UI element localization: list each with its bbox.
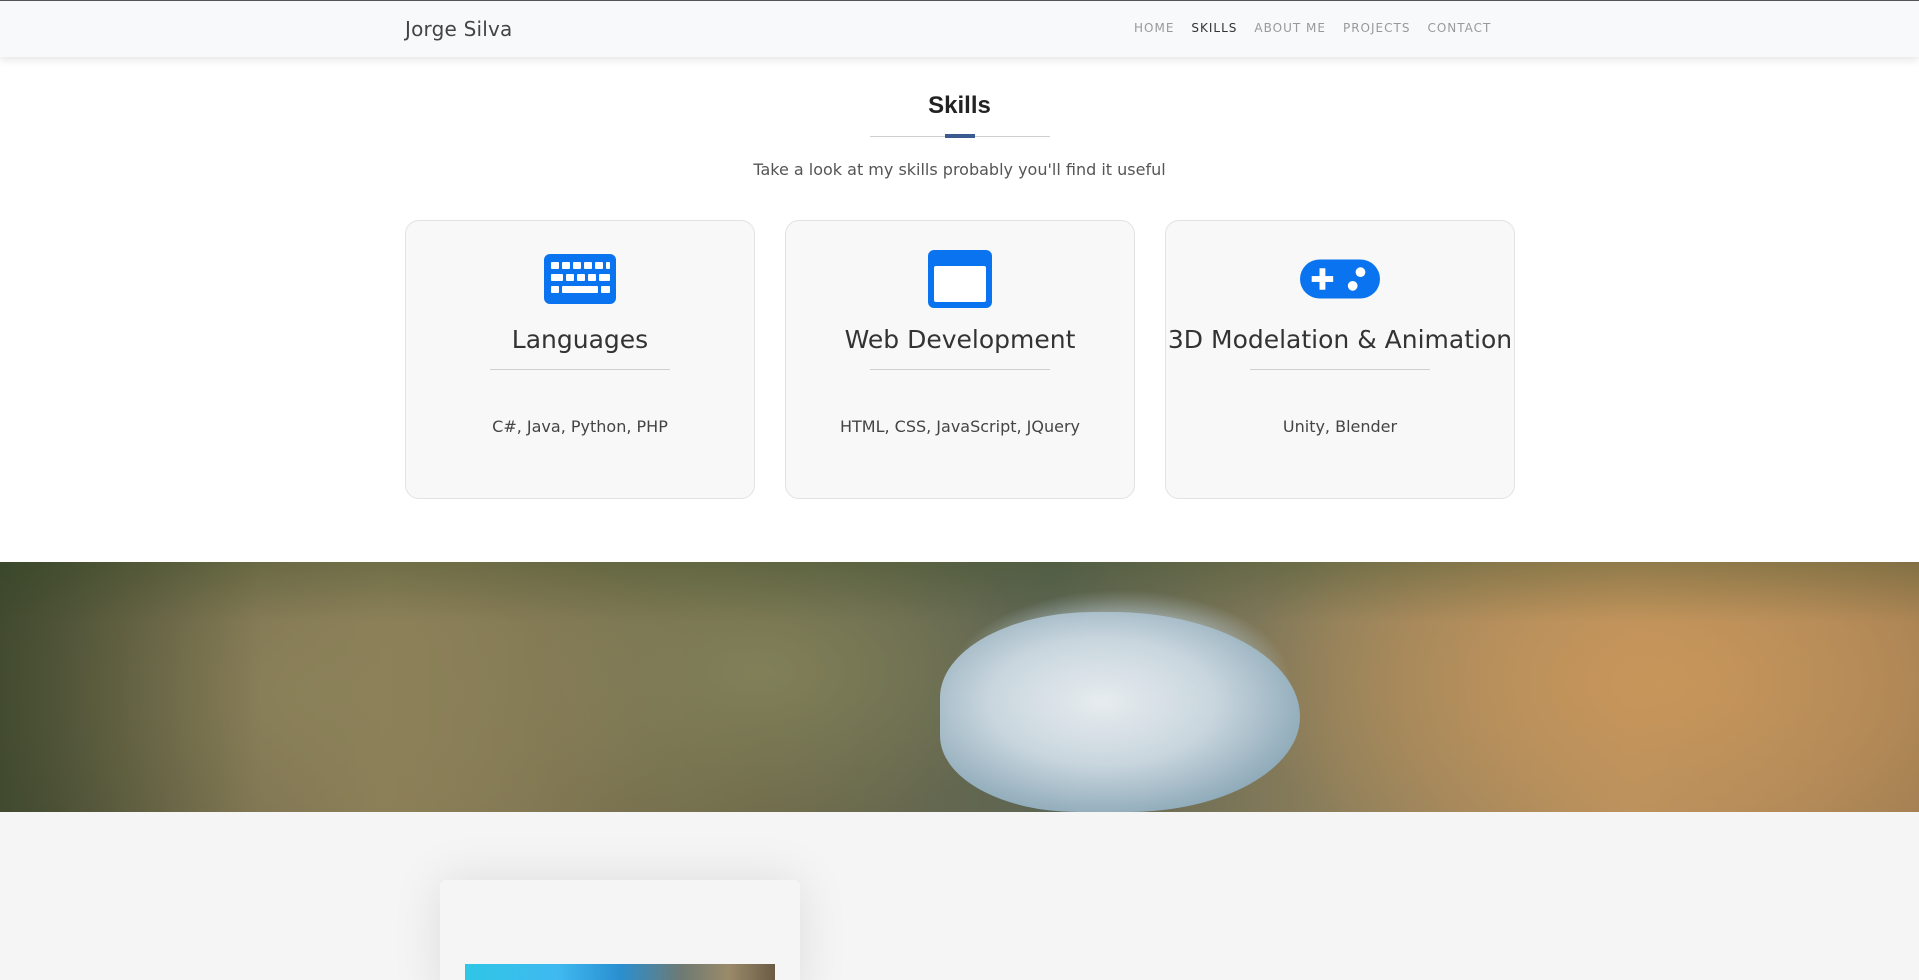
card-title: 3D Modelation & Animation: [1167, 325, 1513, 354]
banner-shade: [0, 562, 1919, 622]
banner-shade: [0, 562, 260, 812]
landscape-banner-image: [0, 562, 1919, 812]
brand-link[interactable]: Jorge Silva: [405, 17, 512, 41]
skill-card-3d-modelation: 3D Modelation & Animation Unity, Blender: [1165, 220, 1515, 499]
browser-window-icon: [920, 250, 1000, 308]
section-title: Skills: [928, 92, 991, 119]
card-text: Unity, Blender: [1282, 417, 1398, 436]
about-section: [0, 812, 1919, 980]
skill-card-languages: Languages C#, Java, Python, PHP: [405, 220, 755, 499]
card-divider: [490, 369, 670, 370]
gamepad-icon: [1300, 251, 1380, 307]
card-text: HTML, CSS, JavaScript, JQuery: [839, 417, 1081, 436]
nav-item-skills[interactable]: SKILLS: [1191, 21, 1237, 35]
skill-card-web-development: Web Development HTML, CSS, JavaScript, J…: [785, 220, 1135, 499]
nav-item-home[interactable]: HOME: [1134, 21, 1174, 35]
profile-photo: [465, 964, 775, 980]
card-divider: [870, 369, 1050, 370]
card-divider: [1250, 369, 1430, 370]
nav-menu: HOME SKILLS ABOUT ME PROJECTS CONTACT: [1134, 21, 1508, 35]
nav-item-projects[interactable]: PROJECTS: [1343, 21, 1410, 35]
keyboard-icon: [540, 251, 620, 307]
card-title: Web Development: [844, 325, 1076, 354]
card-title: Languages: [511, 325, 649, 354]
nav-item-contact[interactable]: CONTACT: [1427, 21, 1491, 35]
lake-shape: [940, 612, 1300, 812]
section-subtitle: Take a look at my skills probably you'll…: [753, 160, 1166, 179]
card-text: C#, Java, Python, PHP: [492, 417, 668, 436]
nav-item-about-me[interactable]: ABOUT ME: [1254, 21, 1326, 35]
title-accent-bar: [945, 134, 975, 138]
navbar: Jorge Silva HOME SKILLS ABOUT ME PROJECT…: [0, 0, 1919, 57]
